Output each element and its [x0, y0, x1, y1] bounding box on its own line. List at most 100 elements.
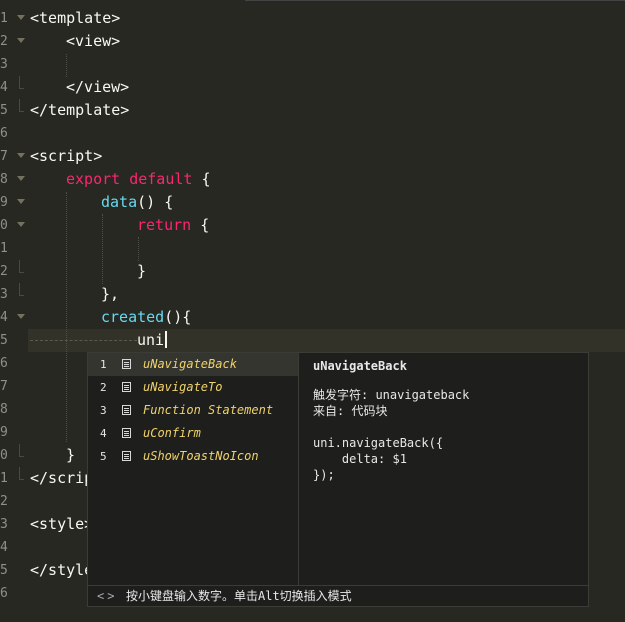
line-number: 7: [0, 149, 8, 164]
line-number: 1: [0, 11, 8, 26]
suggestion-index: 5: [100, 450, 107, 463]
suggestion-index: 1: [100, 358, 107, 371]
fold-toggle-icon[interactable]: [17, 38, 25, 45]
code-text: return {: [137, 214, 209, 237]
line-number: 1: [0, 241, 8, 256]
fold-toggle-icon[interactable]: [17, 15, 25, 22]
snippet-icon: [122, 451, 131, 461]
snippet-icon: [122, 382, 131, 392]
code-line: 2 }: [0, 260, 625, 283]
suggestion-label: uConfirm: [143, 426, 201, 440]
fold-end-icon: [17, 99, 24, 114]
code-line: 9 data() {: [0, 191, 625, 214]
line-number: 0: [0, 448, 8, 463]
code-line: 2 <view>: [0, 30, 625, 53]
code-line: 6: [0, 122, 625, 145]
detail-snippet-body: uni.navigateBack({ delta: $1 });: [313, 436, 444, 482]
line-number: 5: [0, 103, 8, 118]
code-text: </view>: [66, 78, 130, 96]
suggestion-item[interactable]: 3 Function Statement: [88, 399, 298, 422]
next-page-button[interactable]: >: [107, 589, 117, 603]
suggestion-index: 4: [100, 427, 107, 440]
fold-toggle-icon[interactable]: [17, 314, 25, 321]
code-text: <view>: [66, 32, 121, 50]
suggestion-label: Function Statement: [143, 403, 274, 417]
detail-title: uNavigateBack: [313, 359, 407, 373]
punct-token: {: [192, 170, 211, 188]
fold-toggle-icon[interactable]: [17, 176, 25, 183]
function-token: data: [101, 193, 138, 211]
line-number: 5: [0, 563, 8, 578]
code-text: <script>: [30, 147, 103, 165]
fold-end-icon: [17, 283, 24, 298]
fold-end-icon: [17, 467, 24, 482]
code-text: </style: [30, 561, 94, 579]
suggestion-detail-panel: uNavigateBack 触发字符: unavigateback 来自: 代码…: [298, 353, 588, 585]
line-number: 3: [0, 287, 8, 302]
suggestion-item[interactable]: 4 uConfirm: [88, 422, 298, 445]
code-line: 3 },: [0, 283, 625, 306]
code-line: 0 return {: [0, 214, 625, 237]
fold-toggle-icon[interactable]: [17, 153, 25, 160]
code-line: 4 created(){: [0, 306, 625, 329]
line-number: 2: [0, 264, 8, 279]
typed-text: uni: [137, 331, 165, 349]
code-text: </template>: [30, 101, 130, 119]
snippet-icon: [122, 405, 131, 415]
suggestion-item[interactable]: 2 uNavigateTo: [88, 376, 298, 399]
suggestion-label: uShowToastNoIcon: [143, 449, 259, 463]
suggestion-item[interactable]: 1 uNavigateBack: [88, 353, 298, 376]
prev-page-button[interactable]: <: [97, 589, 107, 603]
line-number: 3: [0, 517, 8, 532]
code-text: }: [66, 446, 76, 464]
fold-toggle-icon[interactable]: [17, 199, 25, 206]
snippet-icon: [122, 428, 131, 438]
code-text: uni: [137, 329, 168, 352]
suggestion-index: 3: [100, 404, 107, 417]
fold-toggle-icon[interactable]: [17, 222, 25, 229]
line-number: 7: [0, 379, 8, 394]
code-text: </scrip: [30, 469, 94, 487]
suggestion-label: uNavigateTo: [143, 380, 223, 394]
detail-trigger: 触发字符: unavigateback: [313, 388, 470, 402]
code-line-current: 5 uni: [0, 329, 625, 352]
suggestion-list[interactable]: 1 uNavigateBack 2 uNavigateTo 3 Function…: [88, 353, 298, 585]
line-number: 4: [0, 310, 8, 325]
code-text: },: [101, 285, 120, 303]
punct-token: {: [191, 216, 210, 234]
fold-end-icon: [17, 76, 24, 91]
code-line: 5 </template>: [0, 99, 625, 122]
detail-source: 来自: 代码块: [313, 404, 388, 418]
line-number: 6: [0, 126, 8, 141]
code-line: 3: [0, 53, 625, 76]
line-number: 1: [0, 471, 8, 486]
line-number: 4: [0, 80, 8, 95]
line-number: 6: [0, 586, 8, 601]
function-token: created: [101, 308, 165, 326]
code-line: 8 export default {: [0, 168, 625, 191]
line-number: 0: [0, 218, 8, 233]
text-caret: [165, 331, 168, 348]
fold-end-icon: [17, 444, 24, 459]
popup-footer: <> 按小键盘输入数字。单击Alt切换插入模式: [88, 585, 588, 606]
suggestion-item[interactable]: 5 uShowToastNoIcon: [88, 445, 298, 468]
keyword-token: return: [137, 216, 192, 234]
code-text: <template>: [30, 9, 121, 27]
line-number: 6: [0, 356, 8, 371]
keyword-token: export default: [66, 170, 193, 188]
suggestion-label: uNavigateBack: [143, 357, 237, 371]
fold-end-icon: [17, 260, 24, 275]
line-number: 8: [0, 402, 8, 417]
line-number: 2: [0, 494, 8, 509]
line-number: 2: [0, 34, 8, 49]
page-nav: <>: [97, 586, 117, 606]
punct-token: () {: [137, 193, 174, 211]
code-line: 1: [0, 237, 625, 260]
code-text: <style>: [30, 515, 94, 533]
code-text: }: [137, 262, 147, 280]
code-line: 1 <template>: [0, 7, 625, 30]
code-text: created(){: [101, 306, 191, 329]
line-number: 8: [0, 172, 8, 187]
punct-token: (){: [164, 308, 192, 326]
autocomplete-popup[interactable]: 1 uNavigateBack 2 uNavigateTo 3 Function…: [87, 352, 589, 607]
